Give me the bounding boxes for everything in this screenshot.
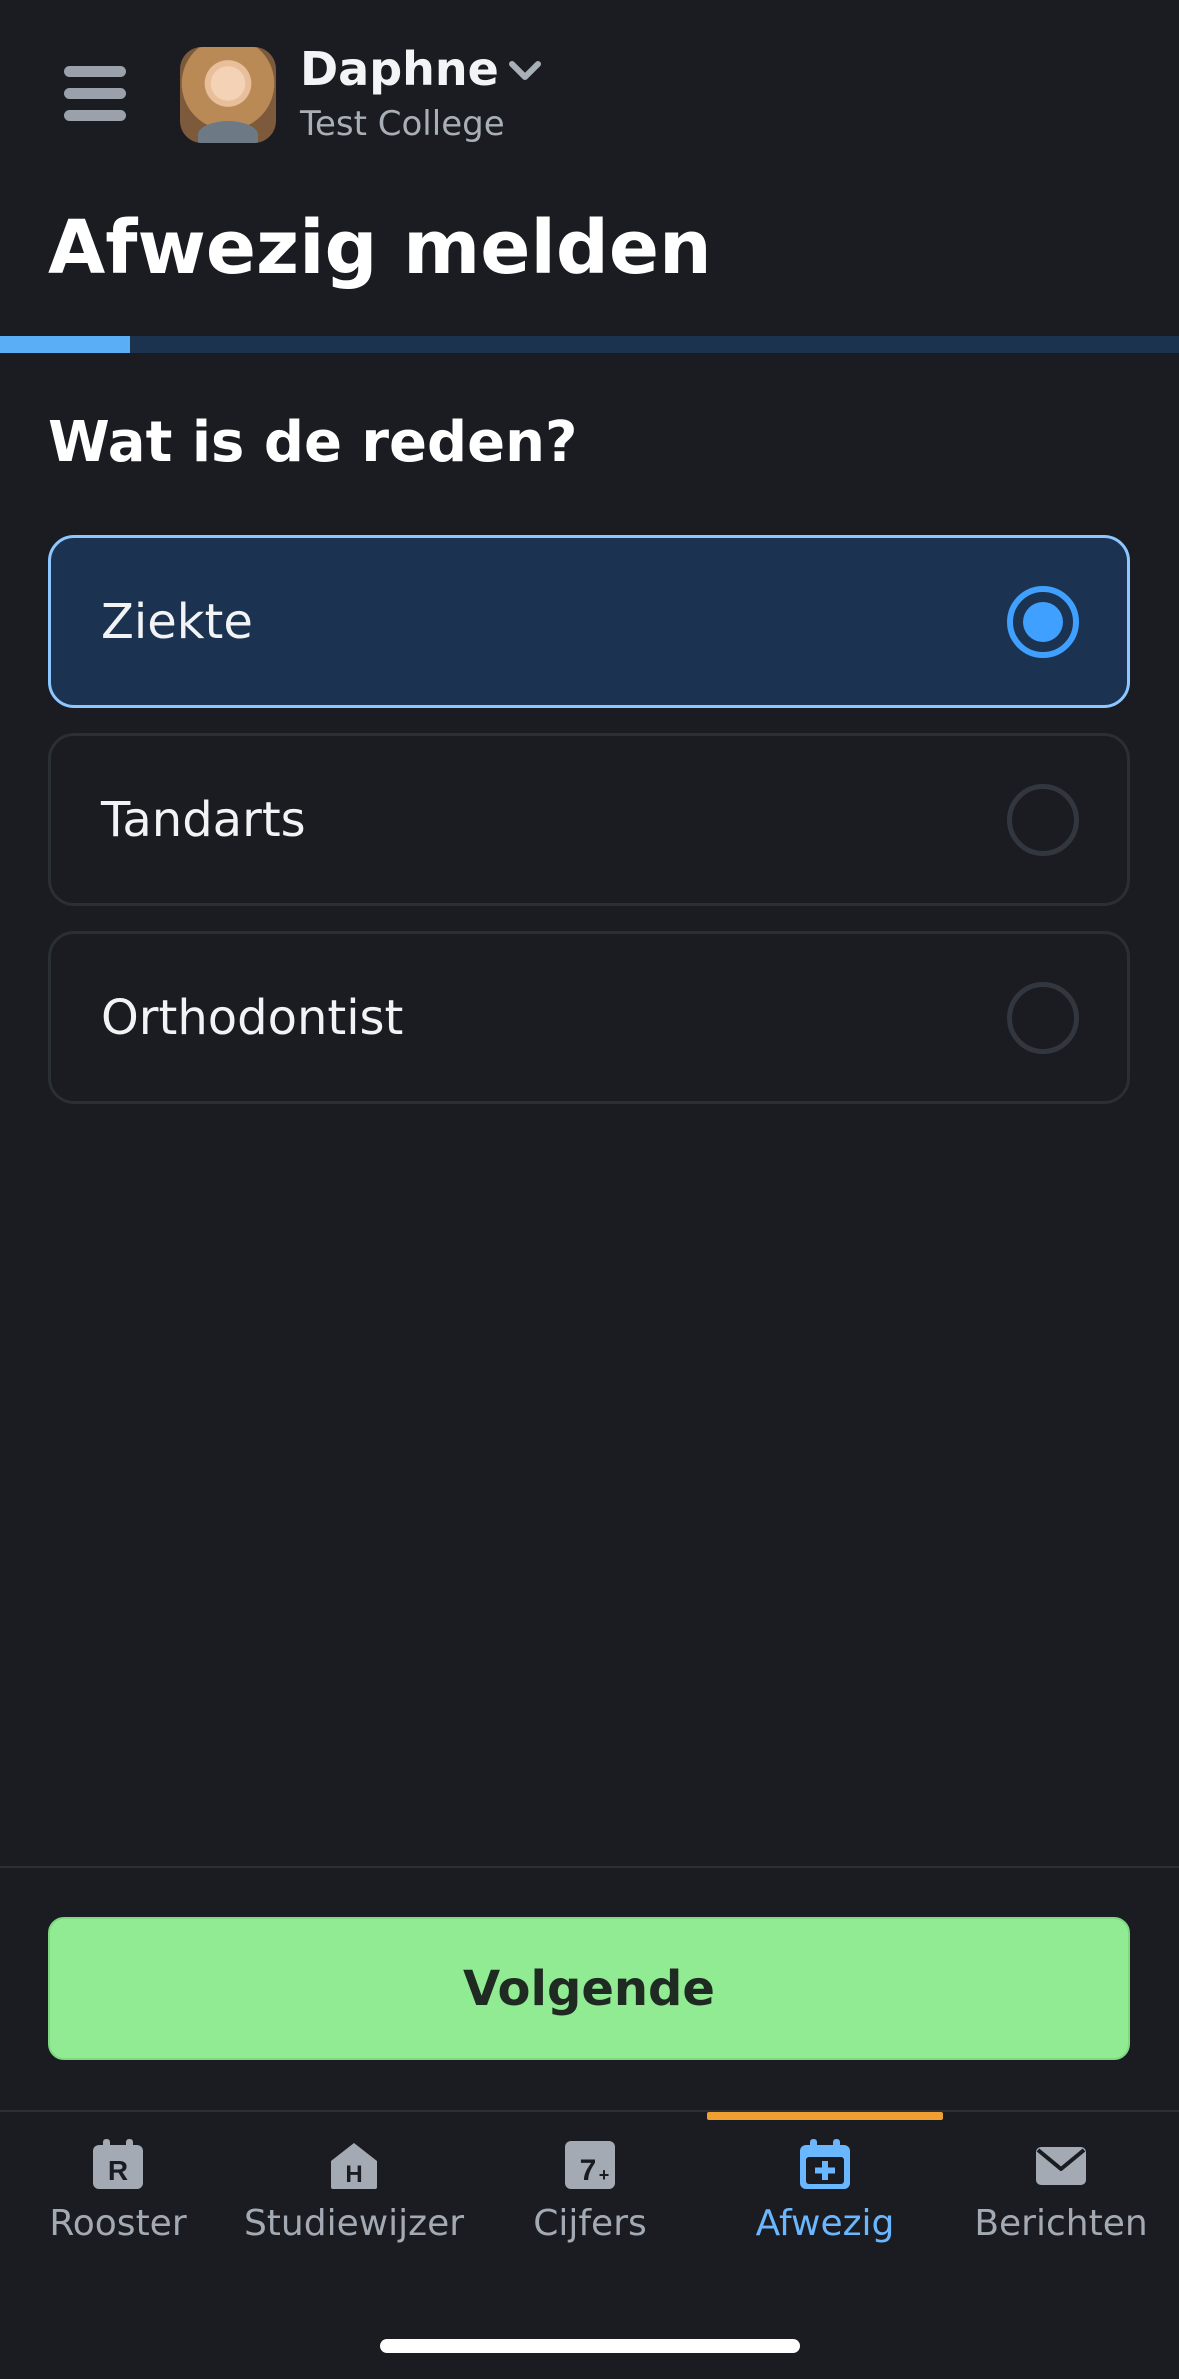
- active-tab-indicator: [707, 2112, 943, 2120]
- header: Daphne Test College: [0, 0, 1179, 150]
- tab-berichten[interactable]: Berichten: [943, 2111, 1179, 2261]
- school-name: Test College: [300, 104, 505, 144]
- svg-text:R: R: [108, 2155, 128, 2186]
- reason-option-orthodontist[interactable]: Orthodontist: [48, 931, 1130, 1104]
- chevron-down-icon[interactable]: [505, 52, 545, 92]
- tab-label: Studiewijzer: [243, 2203, 465, 2244]
- question-heading: Wat is de reden?: [48, 410, 578, 475]
- menu-icon[interactable]: [64, 66, 126, 122]
- berichten-icon: [1036, 2147, 1086, 2185]
- tab-label: Afwezig: [755, 2203, 895, 2244]
- studiewijzer-icon: H: [331, 2143, 377, 2189]
- rooster-icon: R: [93, 2139, 143, 2189]
- avatar[interactable]: [180, 47, 276, 143]
- radio-button[interactable]: [1007, 585, 1079, 658]
- tab-studiewijzer[interactable]: H Studiewijzer: [236, 2111, 472, 2261]
- tab-rooster[interactable]: R Rooster: [0, 2111, 236, 2261]
- tab-label: Rooster: [49, 2203, 187, 2244]
- tab-label: Berichten: [974, 2203, 1148, 2244]
- tab-label: Cijfers: [533, 2203, 647, 2244]
- cijfers-icon: 7 +: [565, 2141, 615, 2189]
- tab-afwezig[interactable]: Afwezig: [707, 2111, 943, 2261]
- home-indicator[interactable]: [380, 2339, 800, 2353]
- tab-cijfers[interactable]: 7 + Cijfers: [472, 2111, 708, 2261]
- reason-option-tandarts[interactable]: Tandarts: [48, 733, 1130, 906]
- radio-button[interactable]: [1007, 981, 1079, 1054]
- svg-text:7: 7: [580, 2154, 597, 2187]
- svg-text:H: H: [345, 2161, 362, 2188]
- progress-fill: [0, 336, 130, 353]
- svg-text:+: +: [599, 2165, 610, 2185]
- option-label: Orthodontist: [101, 989, 404, 1046]
- user-name[interactable]: Daphne: [300, 42, 499, 96]
- tab-bar: R Rooster H Studiewijzer 7 + Cijfers Afw…: [0, 2111, 1179, 2301]
- option-label: Tandarts: [101, 791, 306, 848]
- reason-option-ziekte[interactable]: Ziekte: [48, 535, 1130, 708]
- radio-button[interactable]: [1007, 783, 1079, 856]
- divider: [0, 1866, 1179, 1868]
- afwezig-icon: [800, 2139, 850, 2189]
- option-label: Ziekte: [101, 593, 253, 650]
- next-button[interactable]: Volgende: [48, 1917, 1130, 2060]
- page-title: Afwezig melden: [48, 205, 712, 291]
- progress-bar: [0, 336, 1179, 353]
